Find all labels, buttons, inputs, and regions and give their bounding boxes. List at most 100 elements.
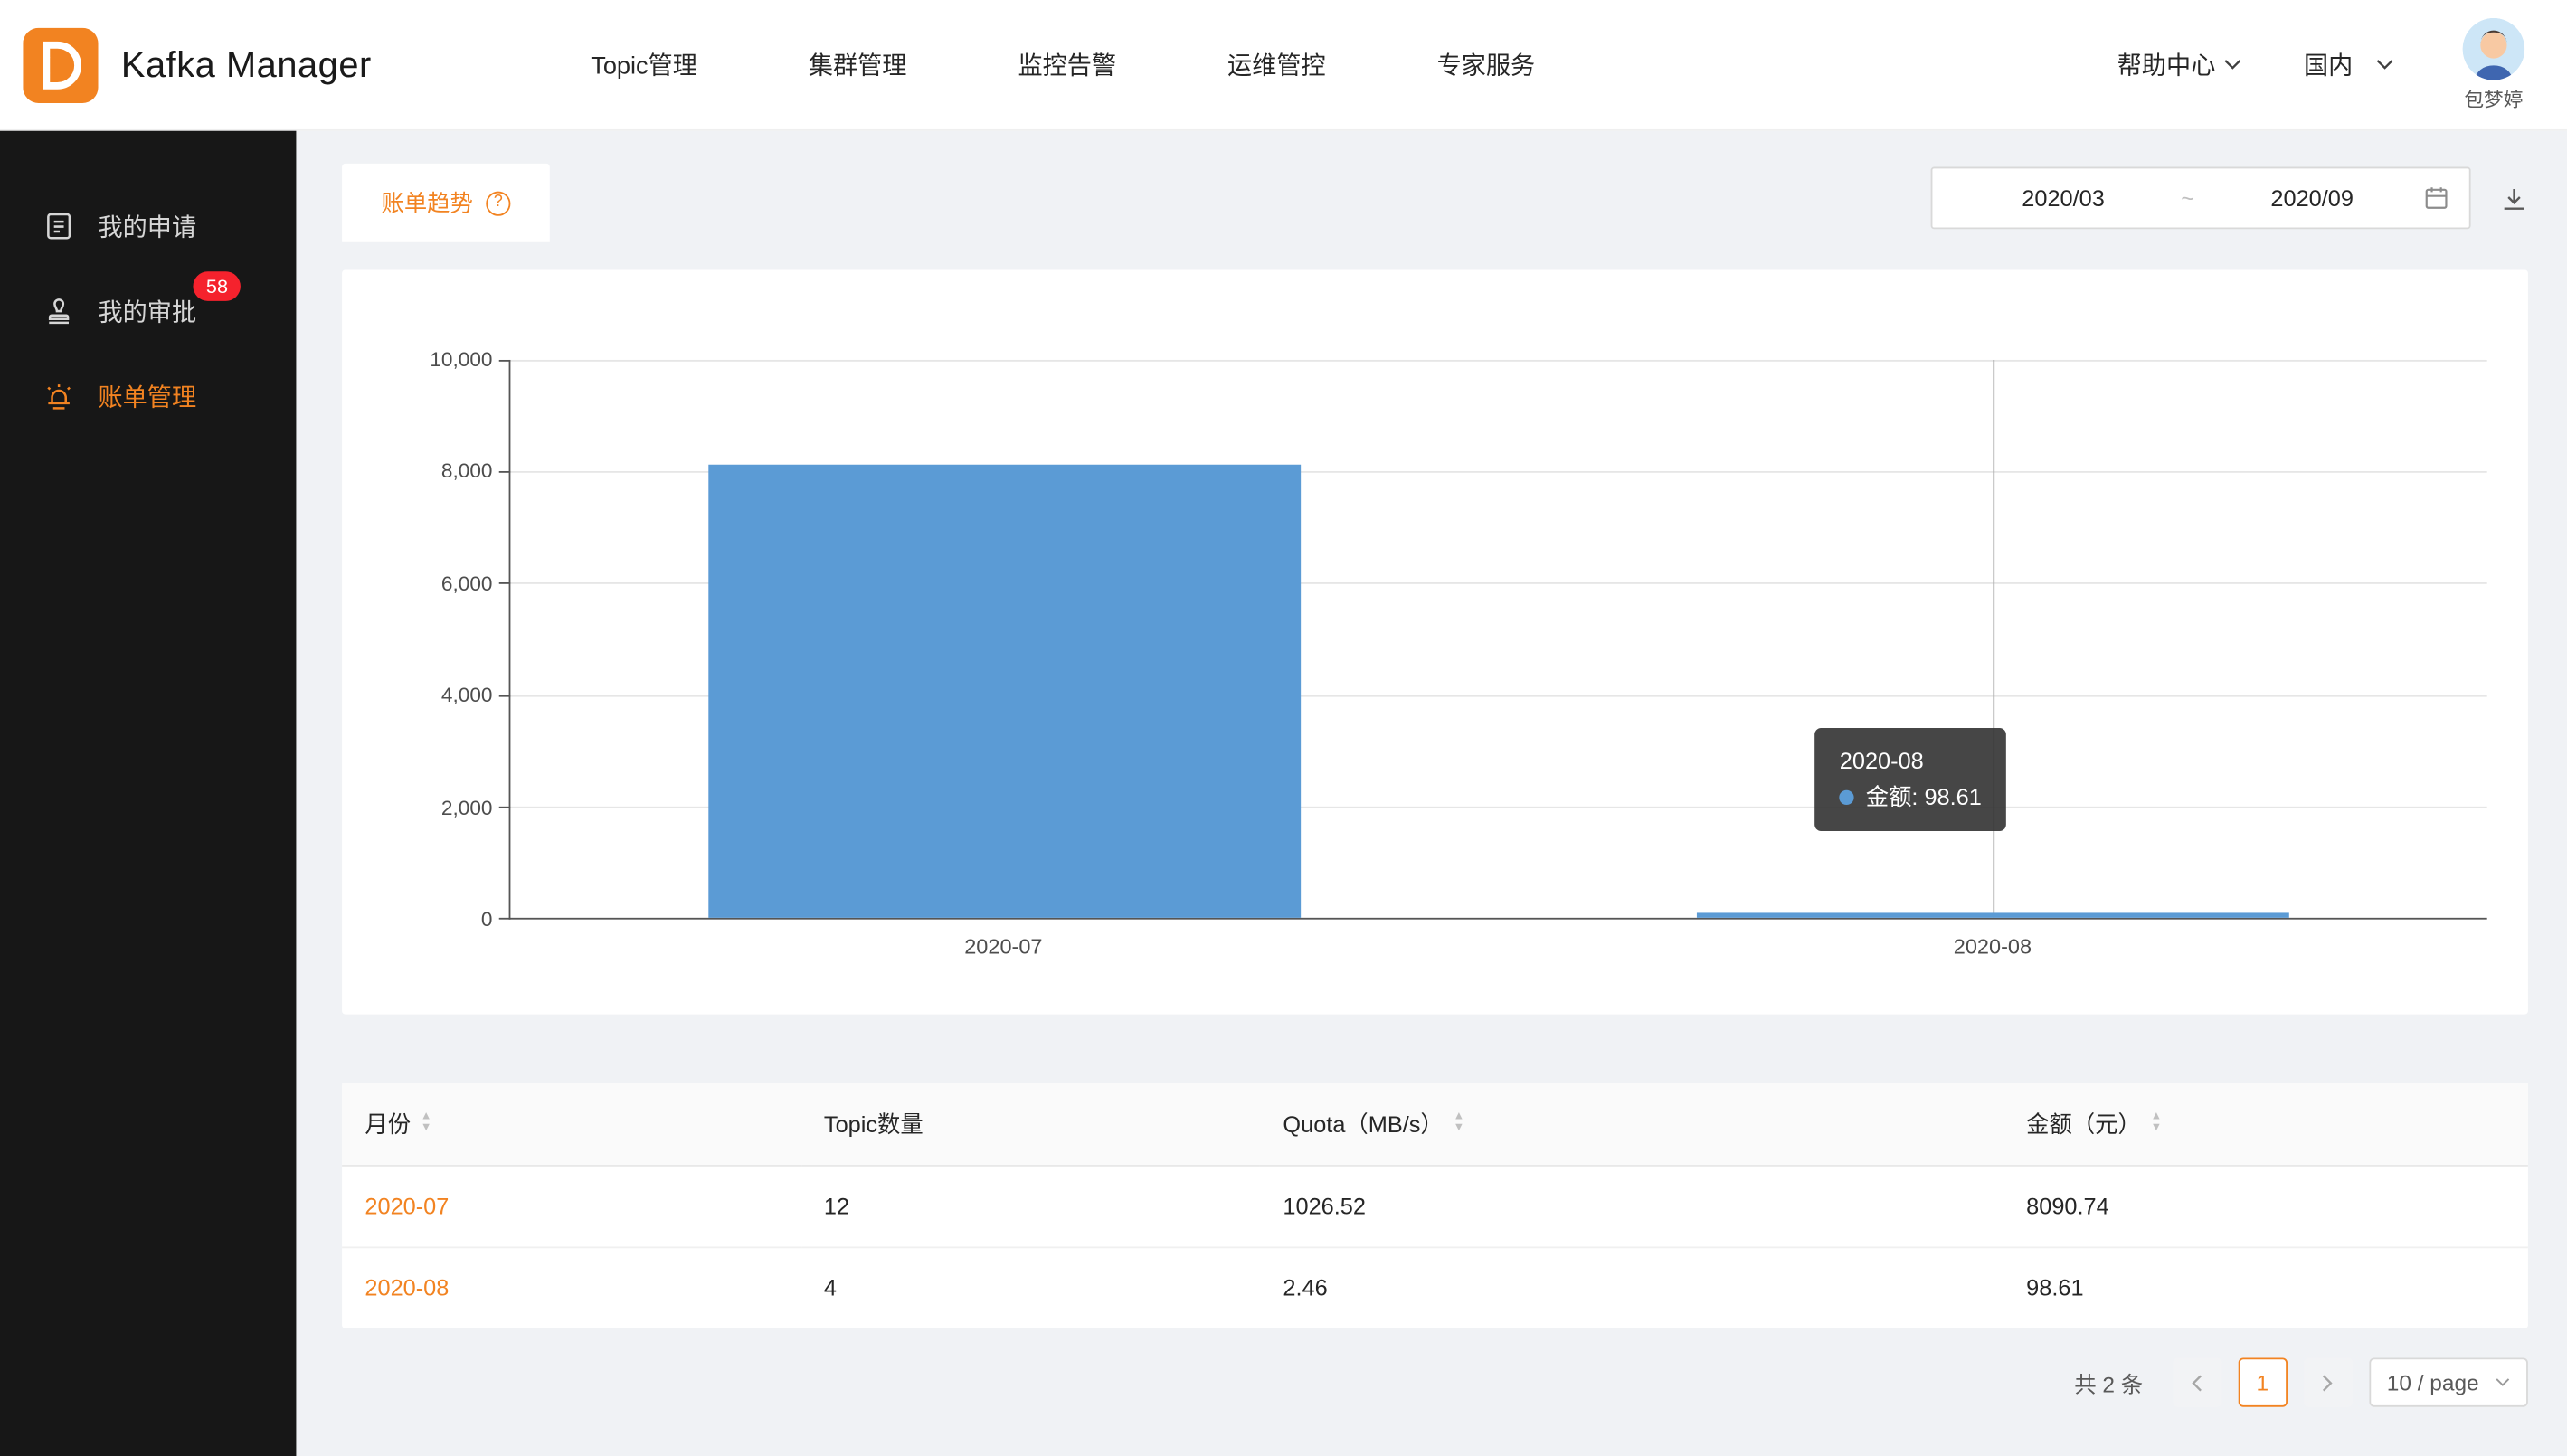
y-axis-label: 6,000 bbox=[441, 572, 493, 595]
page-size-value: 10 / page bbox=[2387, 1370, 2479, 1395]
x-axis: 2020-072020-08 bbox=[509, 920, 2487, 969]
user-profile[interactable]: 包梦婷 bbox=[2463, 17, 2525, 112]
help-center-label: 帮助中心 bbox=[2117, 47, 2216, 81]
sidebar-item-bill-management[interactable]: 账单管理 bbox=[0, 354, 296, 439]
top-nav-item[interactable]: 专家服务 bbox=[1437, 47, 1536, 81]
bill-trend-chart-panel: 10,0008,0006,0004,0002,0000 2020-08 金额: … bbox=[342, 269, 2528, 1014]
tooltip-value: 金额: 98.61 bbox=[1866, 780, 1982, 815]
sort-icons[interactable]: ▲▼ bbox=[1454, 1114, 1465, 1132]
top-nav: Topic管理 集群管理 监控告警 运维管控 专家服务 bbox=[591, 47, 1535, 81]
toolbar: 账单趋势 ? 2020/03 ~ 2020/09 bbox=[342, 164, 2528, 242]
sort-icons[interactable]: ▲▼ bbox=[2151, 1114, 2163, 1132]
sidebar-item-my-applications[interactable]: 我的申请 bbox=[0, 184, 296, 269]
sidebar-item-label: 账单管理 bbox=[99, 379, 197, 413]
chart-bar-2020-07[interactable] bbox=[708, 465, 1302, 918]
y-axis-label: 8,000 bbox=[441, 460, 493, 483]
table-cell: 4 bbox=[801, 1246, 1261, 1328]
calendar-icon[interactable] bbox=[2423, 184, 2449, 211]
tooltip-title: 2020-08 bbox=[1840, 744, 1982, 780]
cell-month: 2020-07 bbox=[342, 1165, 801, 1246]
stamp-icon bbox=[43, 295, 75, 327]
bar-chart: 10,0008,0006,0004,0002,0000 2020-08 金额: … bbox=[407, 360, 2486, 969]
table-cell: 98.61 bbox=[2003, 1246, 2528, 1328]
column-label: Topic数量 bbox=[824, 1107, 924, 1139]
page-size-select[interactable]: 10 / page bbox=[2369, 1357, 2528, 1406]
sort-desc-icon: ▼ bbox=[2151, 1126, 2163, 1132]
sort-desc-icon: ▼ bbox=[421, 1126, 432, 1132]
x-axis-label: 2020-08 bbox=[1954, 934, 2032, 959]
sort-asc-icon: ▲ bbox=[2151, 1114, 2163, 1120]
top-nav-item[interactable]: 监控告警 bbox=[1018, 47, 1116, 81]
user-name: 包梦婷 bbox=[2464, 84, 2523, 112]
total-count: 共 2 条 bbox=[2074, 1366, 2143, 1399]
question-circle-icon: ? bbox=[486, 191, 510, 215]
sidebar: 我的申请我的审批58 账单管理 bbox=[0, 131, 296, 1456]
bill-table: 月份▲▼Topic数量Quota（MB/s）▲▼金额（元）▲▼ 2020-071… bbox=[342, 1083, 2528, 1328]
bill-table-panel: 月份▲▼Topic数量Quota（MB/s）▲▼金额（元）▲▼ 2020-071… bbox=[342, 1083, 2528, 1328]
column-header[interactable]: Quota（MB/s）▲▼ bbox=[1260, 1083, 2003, 1165]
help-center-menu[interactable]: 帮助中心 bbox=[2117, 47, 2242, 81]
table-header-row: 月份▲▼Topic数量Quota（MB/s）▲▼金额（元）▲▼ bbox=[342, 1083, 2528, 1165]
chevron-left-icon bbox=[2192, 1374, 2203, 1392]
table-cell: 1026.52 bbox=[1260, 1165, 2003, 1246]
app-logo-icon bbox=[23, 27, 98, 102]
chart-bar-2020-08[interactable] bbox=[1697, 912, 2290, 918]
region-label: 国内 bbox=[2304, 47, 2353, 81]
tab-bill-trend-label: 账单趋势 bbox=[381, 186, 472, 219]
sidebar-item-label: 我的审批 bbox=[99, 294, 197, 328]
series-dot bbox=[1840, 790, 1854, 805]
table-cell: 12 bbox=[801, 1165, 1261, 1246]
main-content: 账单趋势 ? 2020/03 ~ 2020/09 10,000 8,000 6,00… bbox=[296, 131, 2567, 1456]
axis-tick bbox=[499, 360, 511, 362]
table-row: 2020-08 42.4698.61 bbox=[342, 1246, 2528, 1328]
clipboard-icon bbox=[43, 210, 75, 242]
download-icon[interactable] bbox=[2500, 184, 2528, 213]
app-title: Kafka Manager bbox=[121, 43, 372, 86]
date-range-separator: ~ bbox=[2174, 184, 2201, 211]
header-right: 帮助中心 国内 包梦婷 bbox=[2117, 17, 2524, 112]
tab-bill-trend[interactable]: 账单趋势 ? bbox=[342, 164, 550, 242]
y-axis-label: 2,000 bbox=[441, 796, 493, 818]
date-start-value[interactable]: 2020/03 bbox=[1952, 184, 2174, 211]
brand: Kafka Manager bbox=[23, 27, 372, 102]
chart-tooltip: 2020-08 金额: 98.61 bbox=[1815, 728, 2006, 832]
month-link[interactable]: 2020-08 bbox=[365, 1275, 449, 1301]
top-nav-item[interactable]: 运维管控 bbox=[1227, 47, 1326, 81]
column-label: 金额（元） bbox=[2026, 1107, 2141, 1139]
axis-tick bbox=[499, 471, 511, 473]
y-axis-label: 0 bbox=[481, 908, 493, 931]
toolbar-right: 2020/03 ~ 2020/09 bbox=[1931, 167, 2528, 230]
date-range-picker[interactable]: 2020/03 ~ 2020/09 bbox=[1931, 167, 2471, 230]
sort-icons[interactable]: ▲▼ bbox=[421, 1114, 432, 1132]
top-nav-item[interactable]: Topic管理 bbox=[591, 47, 697, 81]
sidebar-item-label: 我的申请 bbox=[99, 209, 197, 243]
y-axis-label: 10,000 bbox=[430, 348, 492, 371]
bar-slot bbox=[510, 360, 1499, 918]
main-layout: 我的申请我的审批58 账单管理 账单趋势 ? 2020/03 ~ 2020/09 bbox=[0, 131, 2567, 1456]
axis-tick bbox=[499, 806, 511, 808]
sort-desc-icon: ▼ bbox=[1454, 1126, 1465, 1132]
top-header: Kafka Manager Topic管理 集群管理 监控告警 运维管控 专家服务 帮助… bbox=[0, 0, 2567, 131]
chevron-right-icon bbox=[2322, 1374, 2334, 1392]
month-link[interactable]: 2020-07 bbox=[365, 1193, 449, 1219]
column-label: 月份 bbox=[365, 1107, 411, 1139]
chevron-down-icon bbox=[2223, 59, 2241, 71]
column-label: Quota（MB/s） bbox=[1283, 1107, 1443, 1139]
badge-count: 58 bbox=[193, 271, 241, 301]
date-end-value[interactable]: 2020/09 bbox=[2201, 184, 2423, 211]
table-cell: 2.46 bbox=[1260, 1246, 2003, 1328]
axis-pointer-line bbox=[1993, 360, 1994, 918]
sort-asc-icon: ▲ bbox=[1454, 1114, 1465, 1120]
region-select[interactable]: 国内 bbox=[2304, 47, 2394, 81]
plot-column: 2020-08 金额: 98.61 2020-072020-08 bbox=[509, 360, 2487, 969]
column-header: Topic数量 bbox=[801, 1083, 1261, 1165]
column-header[interactable]: 金额（元）▲▼ bbox=[2003, 1083, 2528, 1165]
page-1-button[interactable]: 1 bbox=[2238, 1357, 2287, 1406]
cell-month: 2020-08 bbox=[342, 1246, 801, 1328]
next-page-button[interactable] bbox=[2304, 1357, 2353, 1406]
sidebar-item-my-approvals[interactable]: 我的审批58 bbox=[0, 269, 296, 354]
prev-page-button[interactable] bbox=[2173, 1357, 2221, 1406]
column-header[interactable]: 月份 ▲▼ bbox=[342, 1083, 801, 1165]
y-axis: 10,0008,0006,0004,0002,0000 bbox=[407, 360, 508, 920]
top-nav-item[interactable]: 集群管理 bbox=[809, 47, 907, 81]
